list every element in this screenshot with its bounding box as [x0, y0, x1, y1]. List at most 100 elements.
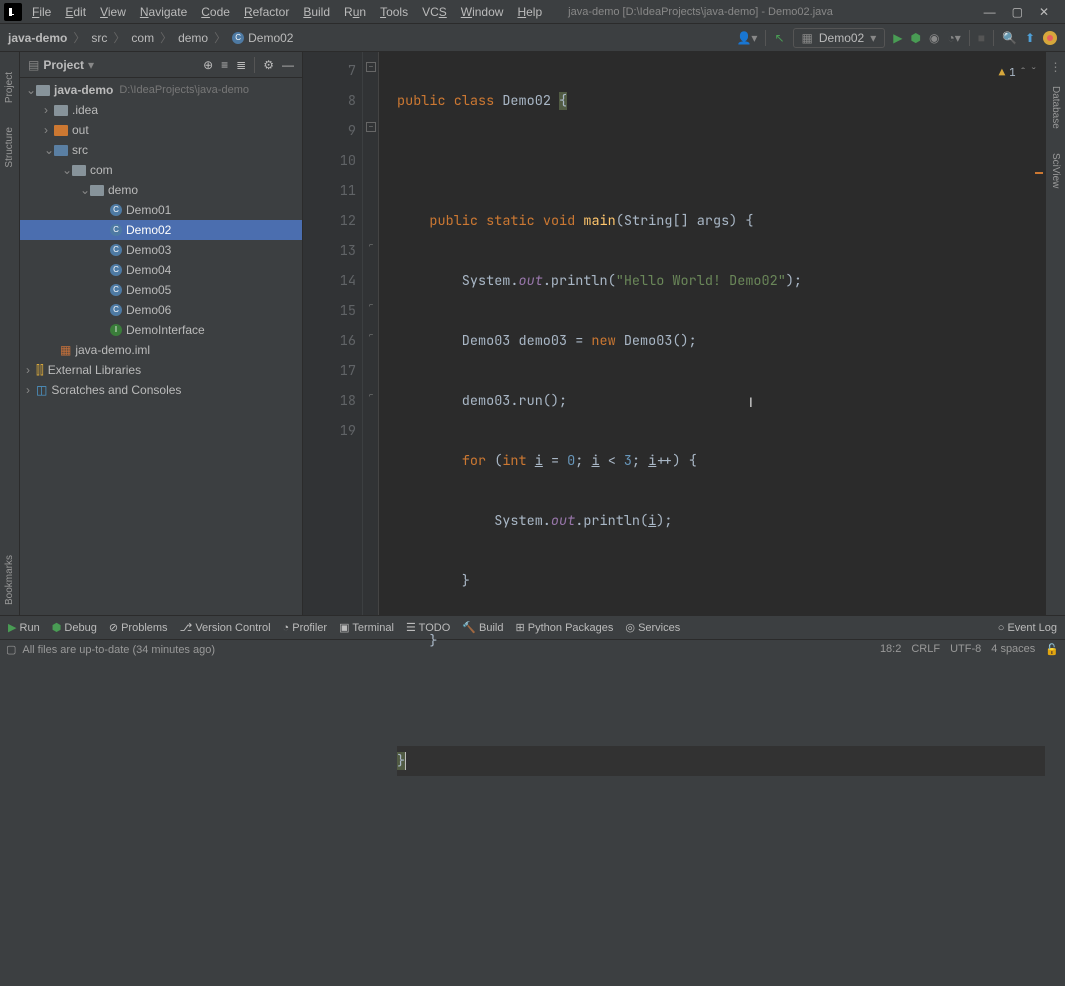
- tree-file[interactable]: CDemo05: [20, 280, 302, 300]
- tree-label: Demo06: [126, 303, 171, 317]
- tree-idea[interactable]: ›.idea: [20, 100, 302, 120]
- update-icon[interactable]: ⬆: [1025, 31, 1035, 45]
- tree-label: External Libraries: [48, 363, 141, 377]
- close-icon[interactable]: ✕: [1039, 5, 1049, 19]
- tool-run[interactable]: ▶ Run: [8, 621, 40, 634]
- tree-ext-libs[interactable]: ›⫿⫿External Libraries: [20, 360, 302, 380]
- more-icon[interactable]: ⋮: [1050, 60, 1062, 74]
- menu-code[interactable]: Code: [195, 3, 236, 21]
- class-icon: C: [232, 32, 244, 44]
- chevron-down-icon[interactable]: ▾: [88, 58, 94, 72]
- fold-gutter[interactable]: – – ⌐ ⌐ ⌐ ⌐: [363, 52, 379, 615]
- tree-src[interactable]: ⌄src: [20, 140, 302, 160]
- ide-logo-icon: [4, 3, 22, 21]
- run-config-selector[interactable]: ▦ Demo02 ▾: [793, 28, 886, 48]
- menu-navigate[interactable]: Navigate: [134, 3, 193, 21]
- menu-run[interactable]: Run: [338, 3, 372, 21]
- coverage-icon[interactable]: ◉: [929, 31, 939, 45]
- tool-debug[interactable]: ⬢ Debug: [52, 621, 97, 634]
- crumb-demo[interactable]: demo: [178, 31, 208, 45]
- project-icon: ▤: [28, 58, 39, 72]
- tree-file[interactable]: CDemo06: [20, 300, 302, 320]
- tree-file[interactable]: CDemo01: [20, 200, 302, 220]
- profiler-icon[interactable]: ◔▾: [947, 31, 960, 45]
- menu-vcs[interactable]: VCS: [416, 3, 453, 21]
- warning-icon: ⊘: [109, 622, 118, 634]
- tree-com[interactable]: ⌄com: [20, 160, 302, 180]
- tool-problems[interactable]: ⊘ Problems: [109, 621, 168, 634]
- menu-view[interactable]: View: [94, 3, 132, 21]
- chevron-right-icon: 〉: [113, 29, 125, 46]
- code-area[interactable]: public class Demo02 { public static void…: [379, 52, 1045, 615]
- tool-terminal[interactable]: ▣ Terminal: [339, 621, 394, 634]
- fold-end-icon[interactable]: ⌐: [366, 302, 376, 312]
- bug-icon: ⬢: [52, 622, 62, 634]
- debug-icon[interactable]: ⬢: [910, 31, 920, 45]
- crumb-src[interactable]: src: [91, 31, 107, 45]
- tree-root[interactable]: ⌄java-demoD:\IdeaProjects\java-demo: [20, 80, 302, 100]
- build-icon[interactable]: ↖: [774, 31, 784, 45]
- gear-icon[interactable]: ⚙: [263, 58, 274, 72]
- warning-icon: ▲: [999, 58, 1006, 88]
- lock-icon[interactable]: 🔓: [1045, 643, 1059, 656]
- crumb-project[interactable]: java-demo: [8, 31, 67, 45]
- tree-file[interactable]: CDemo03: [20, 240, 302, 260]
- tree-iml[interactable]: ▦java-demo.iml: [20, 340, 302, 360]
- line-number: 7: [303, 56, 356, 86]
- tool-bookmarks[interactable]: Bookmarks: [4, 555, 15, 605]
- fold-icon[interactable]: –: [366, 62, 376, 72]
- select-opened-icon[interactable]: ⊕: [203, 58, 213, 72]
- tree-file-selected[interactable]: CDemo02: [20, 220, 302, 240]
- tree-demo[interactable]: ⌄demo: [20, 180, 302, 200]
- tree-label: .idea: [72, 103, 98, 117]
- hide-icon[interactable]: —: [282, 58, 294, 72]
- tree-file[interactable]: IDemoInterface: [20, 320, 302, 340]
- collapse-all-icon[interactable]: ≣: [236, 58, 246, 72]
- menu-help[interactable]: Help: [511, 3, 548, 21]
- menu-window[interactable]: Window: [455, 3, 510, 21]
- fold-end-icon[interactable]: ⌐: [366, 332, 376, 342]
- tree-file[interactable]: CDemo04: [20, 260, 302, 280]
- main-menu: File Edit View Navigate Code Refactor Bu…: [26, 3, 548, 21]
- tool-structure[interactable]: Structure: [4, 127, 15, 168]
- line-number: 16: [303, 326, 356, 356]
- fold-icon[interactable]: ⌐: [366, 242, 376, 252]
- tool-sciview[interactable]: SciView: [1050, 153, 1061, 188]
- window-title: java-demo [D:\IdeaProjects\java-demo] - …: [568, 6, 833, 18]
- fold-icon[interactable]: –: [366, 122, 376, 132]
- crumb-class[interactable]: Demo02: [248, 31, 293, 45]
- project-panel-title[interactable]: Project: [43, 58, 84, 72]
- separator: [765, 30, 766, 46]
- line-number: 12: [303, 206, 356, 236]
- line-number-gutter[interactable]: 7 8 9 10 11 12 13 14 15 16 17 18 19: [303, 52, 363, 615]
- tool-project[interactable]: Project: [4, 72, 15, 103]
- menu-tools[interactable]: Tools: [374, 3, 414, 21]
- minimize-icon[interactable]: —: [984, 5, 996, 19]
- status-icon[interactable]: ▢: [6, 643, 16, 656]
- title-bar: File Edit View Navigate Code Refactor Bu…: [0, 0, 1065, 24]
- inspection-badge[interactable]: ▲ 1 ˆ ˇ: [999, 58, 1037, 88]
- chevron-up-icon[interactable]: ˆ: [1020, 58, 1027, 88]
- class-icon: C: [110, 284, 122, 296]
- tool-profiler[interactable]: ◔ Profiler: [283, 622, 328, 634]
- menu-file[interactable]: File: [26, 3, 57, 21]
- scroll-mark: [1035, 172, 1043, 174]
- menu-refactor[interactable]: Refactor: [238, 3, 295, 21]
- tree-out[interactable]: ›out: [20, 120, 302, 140]
- stop-icon[interactable]: ■: [978, 31, 985, 45]
- ide-icon[interactable]: [1043, 31, 1057, 45]
- crumb-com[interactable]: com: [131, 31, 154, 45]
- menu-edit[interactable]: Edit: [59, 3, 92, 21]
- tool-vcs[interactable]: ⎇ Version Control: [180, 621, 271, 634]
- maximize-icon[interactable]: ▢: [1012, 5, 1023, 19]
- expand-all-icon[interactable]: ≡: [221, 58, 228, 72]
- fold-end-icon[interactable]: ⌐: [366, 392, 376, 402]
- menu-build[interactable]: Build: [297, 3, 336, 21]
- add-user-icon[interactable]: 👤▾: [736, 31, 757, 45]
- interface-icon: I: [110, 324, 122, 336]
- run-icon[interactable]: ▶: [893, 31, 902, 45]
- vcs-icon: ⎇: [180, 622, 193, 634]
- text-cursor-icon: I: [749, 388, 753, 418]
- tree-scratches[interactable]: ›◫Scratches and Consoles: [20, 380, 302, 400]
- search-icon[interactable]: 🔍: [1002, 31, 1017, 45]
